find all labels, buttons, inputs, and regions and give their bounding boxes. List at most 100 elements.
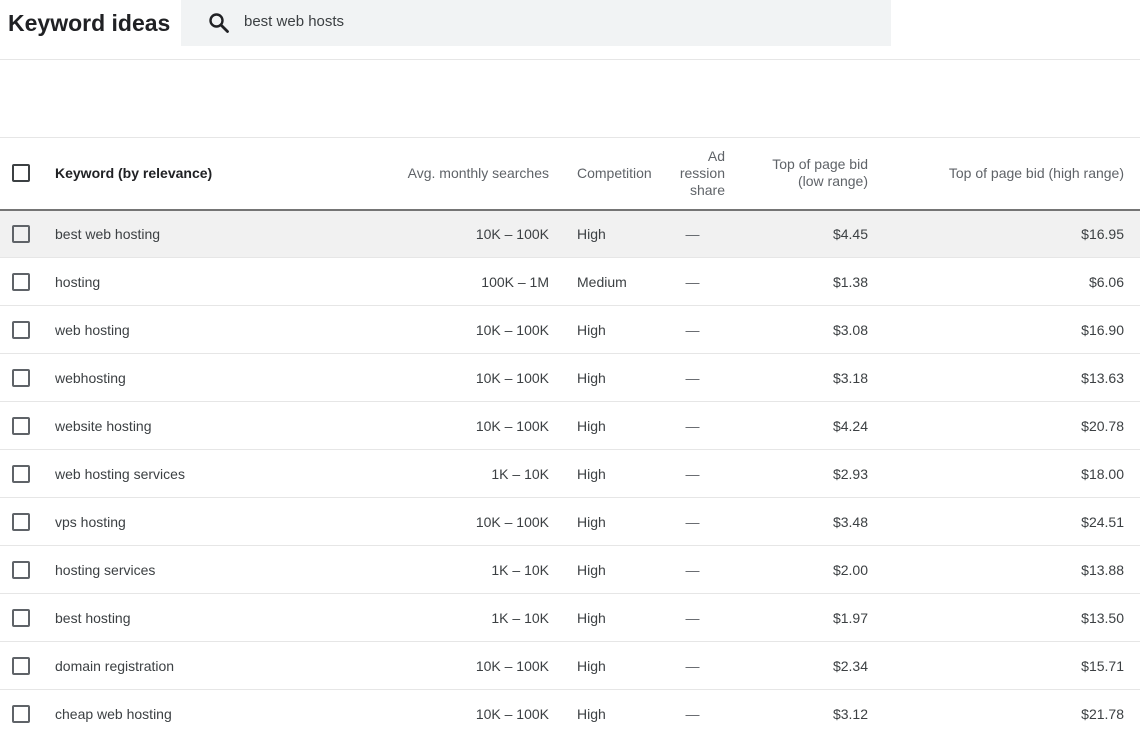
searches-cell: 10K – 100K [475,369,549,386]
ad-share-cell: — [685,561,700,578]
low-bid-cell: $3.08 [832,321,868,338]
keyword-cell: cheap web hosting [55,705,172,722]
row-checkbox-cell [0,354,55,402]
row-checkbox-cell [0,450,55,498]
searches-cell: 10K – 100K [475,225,549,242]
ad-share-cell: — [685,369,700,386]
keyword-cell: webhosting [55,369,126,386]
row-checkbox-cell [0,306,55,354]
row-checkbox-cell [0,258,55,306]
row-checkbox-cell [0,402,55,450]
searches-cell: 100K – 1M [481,273,549,290]
table-row[interactable]: website hosting 10K – 100K High — $4.24 … [0,402,1140,450]
column-header-competition[interactable]: Competition [558,138,658,210]
keyword-cell: hosting services [55,561,156,578]
searches-cell: 10K – 100K [475,321,549,338]
table-row[interactable]: cheap web hosting 10K – 100K High — $3.1… [0,690,1140,735]
competition-cell: High [577,417,606,434]
keyword-cell: web hosting services [55,465,185,482]
keyword-planner-page: Keyword ideas best web hosts Keyword (by… [0,0,1140,735]
competition-cell: High [577,513,606,530]
searches-cell: 10K – 100K [475,705,549,722]
row-checkbox-cell [0,594,55,642]
ad-share-line-2: ression [679,164,725,181]
keyword-cell: best web hosting [55,225,161,242]
competition-cell: High [577,321,606,338]
ad-share-line-1: Ad [707,147,725,164]
table-row[interactable]: domain registration 10K – 100K High — $2… [0,642,1140,690]
ad-share-line-3: share [689,181,725,198]
low-bid-cell: $4.45 [832,225,868,242]
ad-share-cell: — [685,657,700,674]
table-row[interactable]: hosting 100K – 1M Medium — $1.38 $6.06 [0,258,1140,306]
high-bid-cell: $13.63 [1081,369,1124,386]
row-checkbox[interactable] [12,320,30,339]
low-bid-cell: $4.24 [832,417,868,434]
searches-cell: 10K – 100K [475,513,549,530]
searches-cell: 1K – 10K [491,561,549,578]
searches-cell: 10K – 100K [475,657,549,674]
column-header-keyword[interactable]: Keyword (by relevance) [55,138,355,210]
row-checkbox-cell [0,690,55,735]
high-bid-cell: $15.71 [1081,657,1124,674]
competition-cell: High [577,225,606,242]
row-checkbox[interactable] [12,608,30,627]
high-bid-cell: $16.95 [1081,225,1124,242]
search-box[interactable]: best web hosts [181,0,891,46]
row-checkbox[interactable] [12,704,30,723]
search-icon[interactable] [207,11,231,35]
header-bar: Keyword ideas best web hosts [0,0,1140,60]
low-bid-line-2: (low range) [797,173,868,190]
select-all-checkbox[interactable] [12,164,30,183]
row-checkbox[interactable] [12,272,30,291]
searches-cell: 1K – 10K [491,609,549,626]
row-checkbox[interactable] [12,416,30,435]
competition-cell: High [577,609,606,626]
high-bid-cell: $24.51 [1081,513,1124,530]
select-all-cell [0,138,55,210]
row-checkbox-cell [0,546,55,594]
column-header-high-bid[interactable]: Top of page bid (high range) [870,138,1140,210]
table-row[interactable]: webhosting 10K – 100K High — $3.18 $13.6… [0,354,1140,402]
table-row[interactable]: web hosting 10K – 100K High — $3.08 $16.… [0,306,1140,354]
keyword-cell: hosting [55,273,101,290]
row-checkbox-cell [0,642,55,690]
table-header-row: Keyword (by relevance) Avg. monthly sear… [0,137,1140,210]
low-bid-cell: $2.00 [832,561,868,578]
competition-cell: High [577,657,606,674]
ad-share-cell: — [685,321,700,338]
table-row[interactable]: best hosting 1K – 10K High — $1.97 $13.5… [0,594,1140,642]
row-checkbox[interactable] [12,512,30,531]
ad-share-cell: — [685,417,700,434]
row-checkbox[interactable] [12,656,30,675]
keyword-cell: vps hosting [55,513,126,530]
keyword-ideas-table: Keyword (by relevance) Avg. monthly sear… [0,137,1140,735]
column-header-avg-searches[interactable]: Avg. monthly searches [355,138,558,210]
table-row[interactable]: best web hosting 10K – 100K High — $4.45… [0,209,1140,258]
low-bid-cell: $3.12 [832,705,868,722]
low-bid-cell: $1.97 [832,609,868,626]
keyword-cell: domain registration [55,657,175,674]
low-bid-cell: $2.34 [832,657,868,674]
searches-cell: 1K – 10K [491,465,549,482]
high-bid-cell: $20.78 [1081,417,1124,434]
column-header-ad-share[interactable]: Ad ression share [658,138,727,210]
table-row[interactable]: vps hosting 10K – 100K High — $3.48 $24.… [0,498,1140,546]
page-title: Keyword ideas [8,10,171,36]
row-checkbox[interactable] [12,368,30,387]
row-checkbox-cell [0,210,55,258]
row-checkbox-cell [0,498,55,546]
table-row[interactable]: web hosting services 1K – 10K High — $2.… [0,450,1140,498]
competition-cell: High [577,369,606,386]
keyword-table-container: Keyword (by relevance) Avg. monthly sear… [0,137,1140,735]
search-input[interactable]: best web hosts [244,13,344,31]
competition-cell: High [577,561,606,578]
ad-share-cell: — [685,273,700,290]
row-checkbox[interactable] [12,464,30,483]
row-checkbox[interactable] [12,560,30,579]
competition-cell: Medium [577,273,627,290]
column-header-low-bid[interactable]: Top of page bid (low range) [727,138,870,210]
keyword-cell: website hosting [55,417,152,434]
row-checkbox[interactable] [12,224,30,243]
table-row[interactable]: hosting services 1K – 10K High — $2.00 $… [0,546,1140,594]
